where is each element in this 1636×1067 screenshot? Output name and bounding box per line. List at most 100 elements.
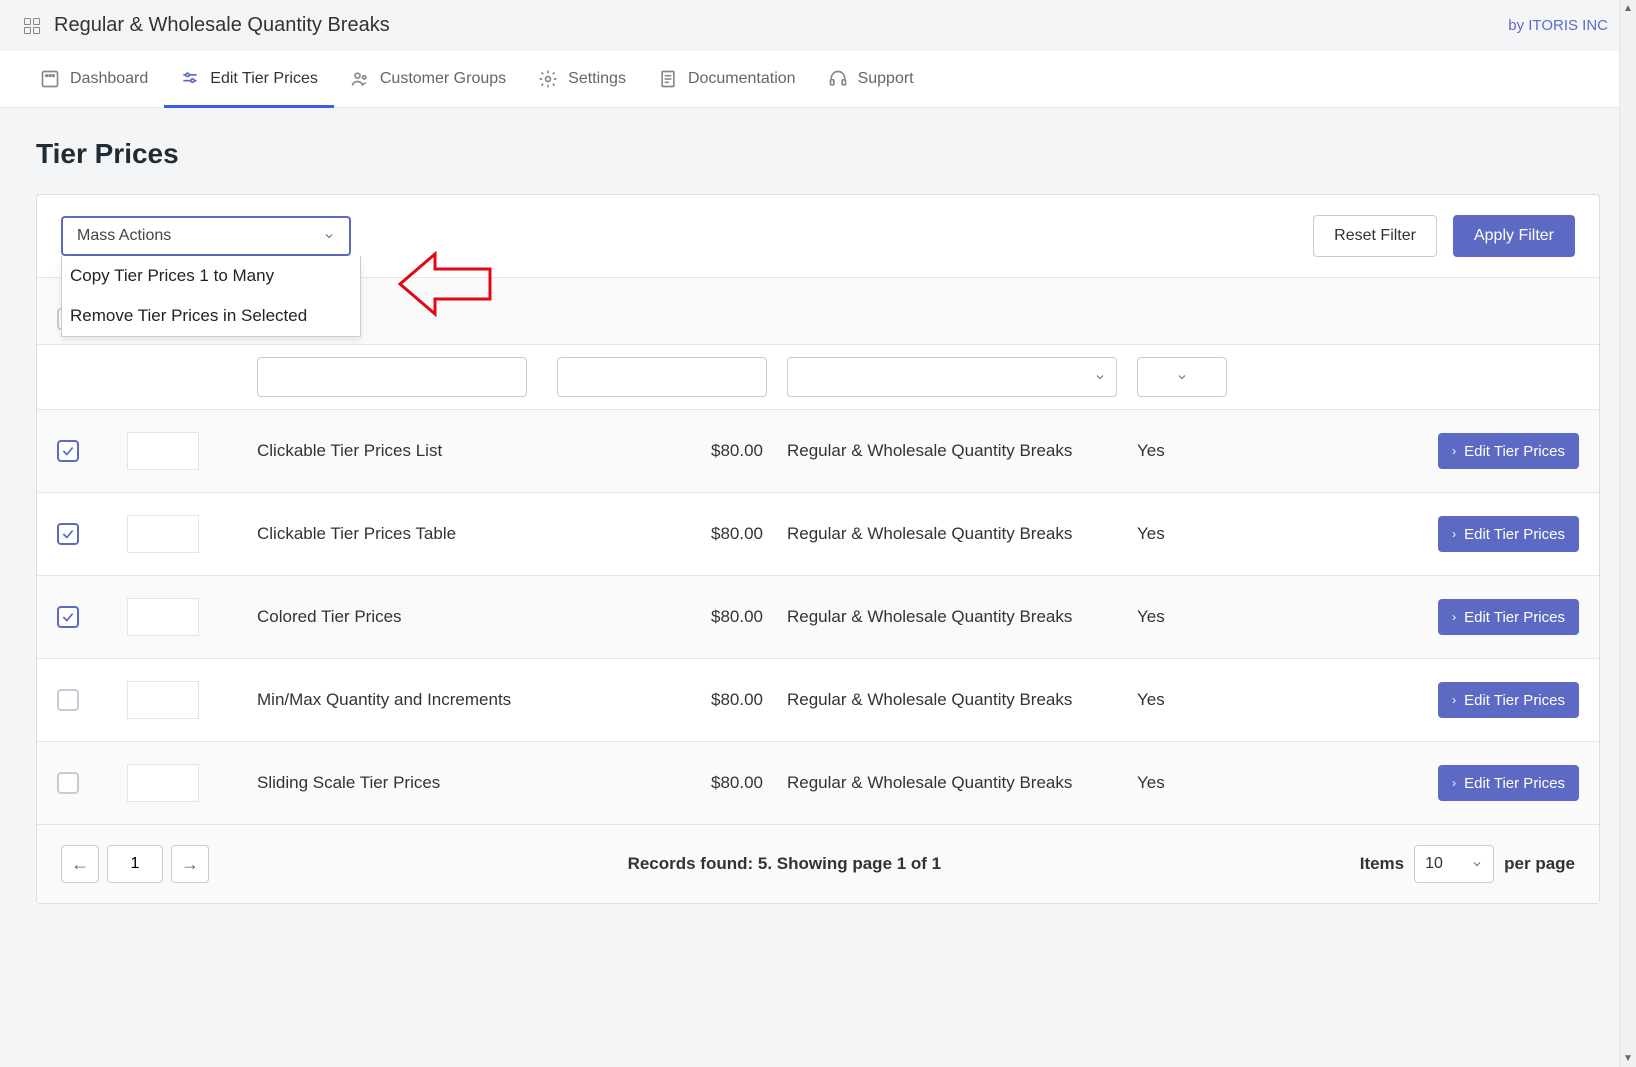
vendor-label: by ITORIS INC	[1508, 17, 1608, 34]
product-name: Clickable Tier Prices Table	[257, 524, 607, 544]
scroll-down-button[interactable]: ▼	[1620, 1050, 1636, 1067]
mass-actions-label: Mass Actions	[77, 227, 171, 245]
filter-row	[37, 345, 1599, 409]
next-page-button[interactable]: →	[171, 845, 209, 883]
edit-tier-prices-button[interactable]: ›Edit Tier Prices	[1438, 516, 1579, 552]
product-name: Sliding Scale Tier Prices	[257, 773, 607, 793]
tab-label: Dashboard	[70, 70, 148, 88]
items-per-page-select[interactable]: 10	[1414, 845, 1494, 883]
scroll-up-button[interactable]: ▲	[1620, 0, 1636, 17]
product-desc: Regular & Wholesale Quantity Breaks	[787, 607, 1137, 627]
vendor-name[interactable]: ITORIS INC	[1528, 17, 1608, 34]
product-active: Yes	[1137, 773, 1257, 793]
table-footer: ← → Records found: 5. Showing page 1 of …	[37, 824, 1599, 903]
tab-customer-groups[interactable]: Customer Groups	[334, 51, 522, 107]
tab-label: Customer Groups	[380, 70, 506, 88]
filter-name-input[interactable]	[257, 357, 527, 397]
product-price: $80.00	[607, 690, 787, 710]
tab-edit-tier-prices[interactable]: Edit Tier Prices	[164, 51, 334, 107]
tab-support[interactable]: Support	[812, 51, 930, 107]
chevron-right-icon: ›	[1452, 776, 1456, 790]
vertical-scrollbar[interactable]: ▲ ▼	[1619, 0, 1636, 1067]
product-name: Colored Tier Prices	[257, 607, 607, 627]
table-row: Colored Tier Prices $80.00 Regular & Who…	[37, 575, 1599, 658]
row-checkbox[interactable]	[57, 689, 79, 711]
filter-active-select[interactable]	[1137, 357, 1227, 397]
chevron-right-icon: ›	[1452, 693, 1456, 707]
product-thumb-icon	[127, 764, 199, 802]
items-label: Items	[1360, 854, 1404, 874]
row-checkbox[interactable]	[57, 523, 79, 545]
row-checkbox[interactable]	[57, 772, 79, 794]
chevron-right-icon: ›	[1452, 444, 1456, 458]
mass-action-remove[interactable]: Remove Tier Prices in Selected	[62, 296, 360, 336]
headset-icon	[828, 69, 848, 89]
table-row: Min/Max Quantity and Increments $80.00 R…	[37, 658, 1599, 741]
product-desc: Regular & Wholesale Quantity Breaks	[787, 441, 1137, 461]
tab-dashboard[interactable]: Dashboard	[24, 51, 164, 107]
edit-tier-prices-button[interactable]: ›Edit Tier Prices	[1438, 765, 1579, 801]
product-name: Clickable Tier Prices List	[257, 441, 607, 461]
tab-label: Settings	[568, 70, 626, 88]
product-thumb-icon	[127, 681, 199, 719]
header-bar: Regular & Wholesale Quantity Breaks by I…	[0, 0, 1636, 51]
chevron-right-icon: ›	[1452, 527, 1456, 541]
row-checkbox[interactable]	[57, 606, 79, 628]
tab-documentation[interactable]: Documentation	[642, 51, 812, 107]
product-desc: Regular & Wholesale Quantity Breaks	[787, 690, 1137, 710]
apply-filter-button[interactable]: Apply Filter	[1453, 215, 1575, 257]
product-active: Yes	[1137, 690, 1257, 710]
gear-icon	[538, 69, 558, 89]
pager: ← →	[61, 845, 209, 883]
app-grid-icon	[24, 18, 40, 34]
chevron-down-icon	[323, 230, 335, 242]
per-page-label: per page	[1504, 854, 1575, 874]
product-thumb-icon	[127, 598, 199, 636]
product-price: $80.00	[607, 524, 787, 544]
dashboard-icon	[40, 69, 60, 89]
mass-actions-dropdown[interactable]: Mass Actions Copy Tier Prices 1 to Many …	[61, 216, 351, 256]
page-title: Tier Prices	[36, 138, 1600, 170]
document-icon	[658, 69, 678, 89]
product-active: Yes	[1137, 607, 1257, 627]
table-row: Sliding Scale Tier Prices $80.00 Regular…	[37, 741, 1599, 824]
chevron-down-icon	[1094, 371, 1106, 383]
chevron-down-icon	[1176, 371, 1188, 383]
product-name: Min/Max Quantity and Increments	[257, 690, 607, 710]
table-row: Clickable Tier Prices List $80.00 Regula…	[37, 409, 1599, 492]
chevron-down-icon	[1471, 858, 1483, 870]
edit-tier-prices-button[interactable]: ›Edit Tier Prices	[1438, 682, 1579, 718]
product-thumb-icon	[127, 432, 199, 470]
row-checkbox[interactable]	[57, 440, 79, 462]
product-desc: Regular & Wholesale Quantity Breaks	[787, 524, 1137, 544]
filter-desc-select[interactable]	[787, 357, 1117, 397]
mass-actions-menu: Copy Tier Prices 1 to Many Remove Tier P…	[61, 256, 361, 337]
sliders-icon	[180, 69, 200, 89]
edit-tier-prices-button[interactable]: ›Edit Tier Prices	[1438, 433, 1579, 469]
tab-settings[interactable]: Settings	[522, 51, 642, 107]
product-price: $80.00	[607, 773, 787, 793]
product-active: Yes	[1137, 441, 1257, 461]
app-title: Regular & Wholesale Quantity Breaks	[54, 14, 390, 37]
edit-tier-prices-button[interactable]: ›Edit Tier Prices	[1438, 599, 1579, 635]
table-row: Clickable Tier Prices Table $80.00 Regul…	[37, 492, 1599, 575]
tab-label: Documentation	[688, 70, 796, 88]
mass-action-copy[interactable]: Copy Tier Prices 1 to Many	[62, 256, 360, 296]
filter-price-input[interactable]	[557, 357, 767, 397]
product-price: $80.00	[607, 607, 787, 627]
reset-filter-button[interactable]: Reset Filter	[1313, 215, 1437, 257]
users-icon	[350, 69, 370, 89]
chevron-right-icon: ›	[1452, 610, 1456, 624]
product-active: Yes	[1137, 524, 1257, 544]
tab-label: Edit Tier Prices	[210, 70, 318, 88]
product-price: $80.00	[607, 441, 787, 461]
nav-tabs: Dashboard Edit Tier Prices Customer Grou…	[0, 51, 1636, 108]
records-found-text: Records found: 5. Showing page 1 of 1	[628, 854, 942, 874]
page-input[interactable]	[107, 845, 163, 883]
product-thumb-icon	[127, 515, 199, 553]
tier-prices-card: Mass Actions Copy Tier Prices 1 to Many …	[36, 194, 1600, 904]
prev-page-button[interactable]: ←	[61, 845, 99, 883]
tab-label: Support	[858, 70, 914, 88]
product-desc: Regular & Wholesale Quantity Breaks	[787, 773, 1137, 793]
annotation-arrow-icon	[390, 244, 500, 327]
